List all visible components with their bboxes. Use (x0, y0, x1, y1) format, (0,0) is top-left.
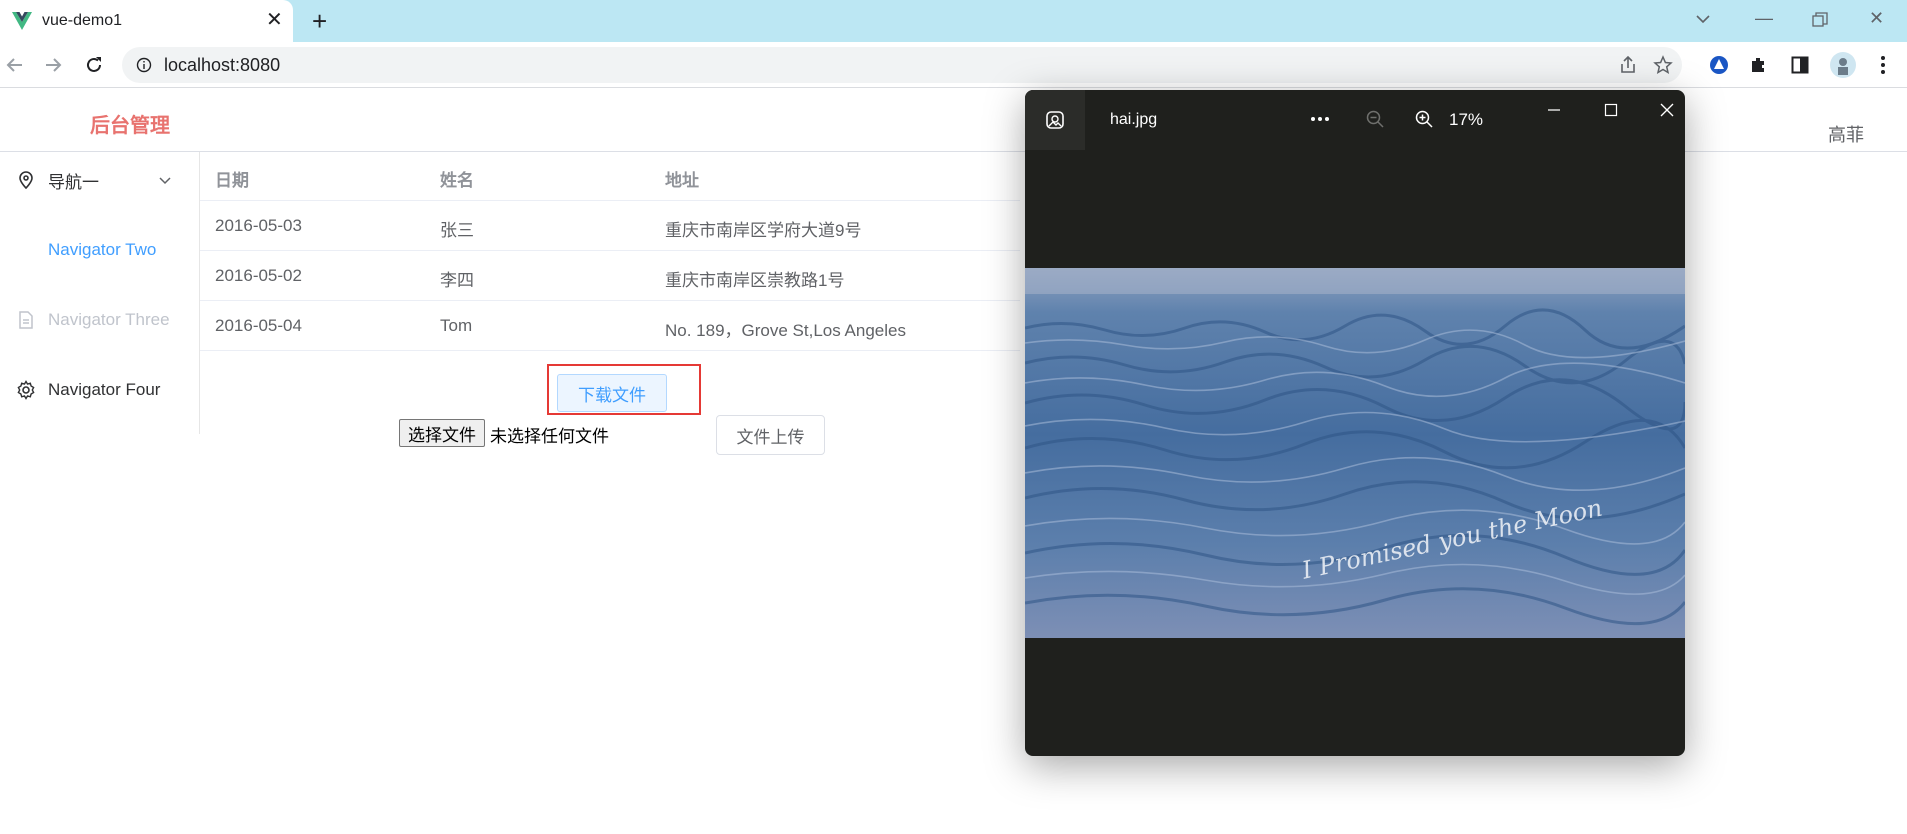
sidebar-item-label: Navigator Four (48, 380, 161, 399)
sidebar-item-label: 导航一 (48, 172, 99, 192)
browser-tab[interactable]: vue-demo1 ✕ (0, 0, 293, 42)
cell-name: 张三 (440, 221, 474, 240)
sidebar-item-nav-one[interactable]: 导航一 (0, 152, 200, 208)
upload-file-button[interactable]: 文件上传 (716, 415, 825, 455)
table-header: 日期 姓名 地址 (200, 152, 1020, 201)
ocean-photo: I Promised you the Moon (1025, 268, 1685, 638)
sidebar-item-nav-two[interactable]: Navigator Two (0, 222, 200, 278)
reload-button[interactable] (81, 52, 107, 78)
zoom-out-icon[interactable] (1363, 107, 1387, 131)
cell-address: No. 189，Grove St,Los Angeles (665, 321, 906, 340)
cell-date: 2016-05-03 (215, 216, 302, 235)
info-icon[interactable] (136, 57, 152, 73)
cell-date: 2016-05-02 (215, 266, 302, 285)
share-icon[interactable] (1618, 55, 1638, 75)
table-row: 2016-05-04 Tom No. 189，Grove St,Los Ange… (200, 301, 1020, 351)
close-window-icon[interactable]: ✕ (1869, 8, 1884, 29)
table-row: 2016-05-03 张三 重庆市南岸区学府大道9号 (200, 201, 1020, 251)
extensions-puzzle-icon[interactable] (1748, 54, 1770, 76)
viewer-more-icon[interactable] (1308, 107, 1332, 131)
bookmark-star-icon[interactable] (1653, 55, 1673, 75)
sidebar-item-label: Navigator Three (48, 310, 170, 329)
photo-viewer-window: hai.jpg 17% I Promised you the Moon (1025, 90, 1685, 756)
viewer-filename: hai.jpg (1110, 111, 1158, 128)
gear-icon (17, 380, 35, 400)
user-name[interactable]: 高菲 (1828, 121, 1864, 147)
viewer-minimize-icon[interactable] (1542, 98, 1566, 122)
new-tab-button[interactable]: + (312, 6, 327, 36)
sidebar-item-label: Navigator Two (48, 240, 157, 259)
tab-search-icon[interactable] (1694, 10, 1712, 28)
location-icon (19, 171, 33, 190)
table-row: 2016-05-02 李四 重庆市南岸区崇教路1号 (200, 251, 1020, 301)
restore-icon[interactable] (1812, 12, 1828, 28)
viewer-close-icon[interactable] (1655, 98, 1679, 122)
zoom-level: 17% (1449, 110, 1484, 129)
choose-file-button[interactable]: 选择文件 (399, 419, 485, 447)
forward-arrow-icon (46, 58, 62, 72)
viewer-maximize-icon[interactable] (1599, 98, 1623, 122)
cell-name: 李四 (440, 271, 474, 290)
sidebar-item-nav-four[interactable]: Navigator Four (0, 362, 200, 418)
tab-close-icon[interactable]: ✕ (266, 9, 283, 31)
minimize-icon[interactable]: — (1755, 8, 1773, 29)
vue-logo-icon (12, 12, 32, 30)
sidebar-item-nav-three: Navigator Three (0, 292, 200, 348)
back-button[interactable] (2, 52, 28, 78)
column-header-address: 地址 (665, 171, 699, 190)
photos-app-icon (1025, 90, 1085, 150)
no-file-selected-text: 未选择任何文件 (490, 427, 609, 446)
address-bar[interactable]: localhost:8080 (122, 47, 1682, 83)
vpn-icon (1710, 56, 1728, 74)
sidebar-menu: 导航一 Navigator Two Navigator Three Naviga… (0, 152, 200, 434)
chevron-down-icon (159, 177, 171, 185)
app-logo: 后台管理 (90, 115, 170, 137)
reload-icon (87, 57, 101, 72)
tab-title: vue-demo1 (42, 12, 123, 29)
url-text: localhost:8080 (164, 55, 281, 75)
forward-button[interactable] (40, 52, 66, 78)
tab-strip: vue-demo1 ✕ + — ✕ (0, 0, 1907, 42)
ocean-image: I Promised you the Moon (1025, 268, 1685, 638)
download-file-button[interactable]: 下载文件 (557, 374, 667, 412)
side-panel-icon[interactable] (1789, 54, 1811, 76)
cell-address: 重庆市南岸区崇教路1号 (665, 271, 845, 290)
cell-name: Tom (440, 316, 473, 335)
cell-address: 重庆市南岸区学府大道9号 (665, 221, 862, 240)
column-header-date: 日期 (215, 171, 249, 190)
back-arrow-icon (6, 58, 22, 72)
column-header-name: 姓名 (440, 171, 474, 190)
document-icon (19, 311, 33, 329)
zoom-in-icon[interactable] (1412, 107, 1436, 131)
extension-icon[interactable] (1708, 54, 1730, 76)
profile-avatar[interactable] (1829, 51, 1857, 79)
browser-window: vue-demo1 ✕ + — ✕ localhost:8080 后台管理 高菲… (0, 0, 1907, 834)
browser-toolbar: localhost:8080 (0, 42, 1907, 88)
more-menu-icon[interactable] (1872, 54, 1894, 76)
cell-date: 2016-05-04 (215, 316, 302, 335)
